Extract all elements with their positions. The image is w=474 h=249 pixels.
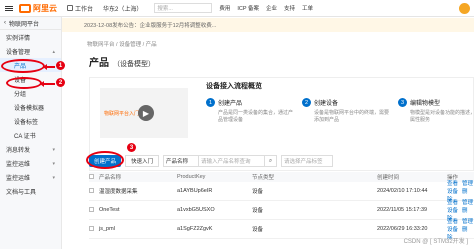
flow-step[interactable]: 3编辑物模型 物模型是对设备功能的描述，包括属性服务 xyxy=(398,98,474,123)
chevron-down-icon: ▾ xyxy=(52,161,55,167)
support-link[interactable]: 支持 xyxy=(284,4,295,12)
view-link[interactable]: 查看 xyxy=(447,181,458,187)
annotation-oval-product xyxy=(6,77,42,89)
back-arrow-icon: ‹ xyxy=(4,20,6,26)
annotation-marker-1: 1 xyxy=(56,61,65,70)
fee-link[interactable]: 费用 xyxy=(219,4,230,12)
avatar[interactable] xyxy=(459,3,470,14)
row-checkbox[interactable] xyxy=(89,225,94,231)
enterprise-link[interactable]: 企业 xyxy=(266,4,277,12)
row-checkbox[interactable] xyxy=(89,187,94,193)
flow-step[interactable]: 1 创建产品 产品是同一类设备的集合，通过产品管理设备 xyxy=(206,98,294,123)
row-checkbox[interactable] xyxy=(89,206,94,212)
region-selector[interactable]: 华东2（上海） xyxy=(103,4,142,13)
sidebar-item-device-management[interactable]: 设备管理 ▴ xyxy=(0,44,61,58)
chevron-down-icon: ▾ xyxy=(52,175,55,181)
sidebar: ‹ 物联网平台 实例详情 设备管理 ▴ 产品 设备 分组 设备模拟器 设备标签 C… xyxy=(0,17,62,249)
main-content: 物联网平台 / 设备管理 / 产品 产品 （设备模型） 物联网平台入门视频 ▶ 设… xyxy=(62,33,474,249)
play-icon[interactable]: ▶ xyxy=(138,105,154,121)
chevron-up-icon: ▴ xyxy=(52,49,55,55)
sidebar-item-instance[interactable]: 实例详情 xyxy=(0,30,61,44)
annotation-oval-create-product xyxy=(86,151,124,169)
view-link[interactable]: 查看 xyxy=(447,219,458,225)
annotation-marker-3: 3 xyxy=(127,143,136,152)
aliyun-logo-icon xyxy=(19,3,31,13)
flow-step[interactable]: 2 创建设备 设备是物联网平台中的终端，需要添加到产品 xyxy=(302,98,390,123)
intro-video[interactable]: 物联网平台入门视频 ▶ xyxy=(100,88,188,138)
global-search-input[interactable]: 搜索... xyxy=(154,3,213,13)
breadcrumb[interactable]: 物联网平台 / 设备管理 / 产品 xyxy=(87,40,157,48)
icp-link[interactable]: ICP 备案 xyxy=(237,4,259,12)
sidebar-item-message-forward[interactable]: 消息转发 ▾ xyxy=(0,142,61,156)
table-row: 温湿度数据采集 a1AYBUp6eIR 设备 2024/02/10 17:10:… xyxy=(89,181,474,203)
annotation-marker-2: 2 xyxy=(56,78,65,87)
watermark: CSDN @ [ STM32开发 ] xyxy=(403,239,468,245)
sidebar-item-docs[interactable]: 文档与工具 xyxy=(0,184,61,198)
sidebar-item-monitor[interactable]: 监控运维 ▾ xyxy=(0,156,61,170)
notice-bar: 2023-12-08发布公告：企业版服务于12月将调整收费... xyxy=(62,18,474,32)
annotation-arrow-1 xyxy=(43,64,55,69)
flow-title: 设备接入流程概览 xyxy=(206,83,262,90)
chevron-down-icon: ▾ xyxy=(52,147,55,153)
product-table: 产品名称 ProductKey 节点类型 创建时间 操作 温湿度数据采集 a1A… xyxy=(89,172,474,241)
logo[interactable]: 阿里云 xyxy=(19,3,57,14)
page-title: 产品 （设备模型） xyxy=(89,58,155,69)
select-all-checkbox[interactable] xyxy=(89,173,94,179)
top-bar: 阿里云 工作台 华东2（上海） 搜索... 费用 ICP 备案 企业 支持 工单 xyxy=(0,0,474,17)
search-field-select[interactable]: 产品名称 xyxy=(163,155,200,167)
sidebar-item-simulator[interactable]: 设备模拟器 xyxy=(0,100,61,114)
menu-icon[interactable] xyxy=(0,0,17,17)
logo-text: 阿里云 xyxy=(33,3,57,13)
product-search-input[interactable]: 请输入产品名称查询 xyxy=(199,155,266,167)
sidebar-item-ca[interactable]: CA 证书 xyxy=(0,128,61,142)
sidebar-item-tags[interactable]: 设备标签 xyxy=(0,114,61,128)
quick-start-button[interactable]: 快速入门 xyxy=(125,155,160,167)
sidebar-item-monitor-2[interactable]: 监控运维 ▾ xyxy=(0,170,61,184)
home-icon xyxy=(67,5,73,11)
workbench-link[interactable]: 工作台 xyxy=(67,4,93,13)
sidebar-title[interactable]: ‹ 物联网平台 xyxy=(0,17,61,30)
view-link[interactable]: 查看 xyxy=(447,200,458,206)
annotation-oval-device-management xyxy=(1,59,45,73)
product-toolbar: 创建产品 快速入门 产品名称 请输入产品名称查询 ⌕ 请选择产品标签 xyxy=(89,155,334,167)
flow-steps: 1 创建产品 产品是同一类设备的集合，通过产品管理设备 2 创建设备 设备是物联网平… xyxy=(206,98,474,123)
table-row: OneTest a1vxbG5USXO 设备 2022/11/05 15:17:… xyxy=(89,200,474,222)
search-icon[interactable]: ⌕ xyxy=(265,155,278,167)
product-tag-select[interactable]: 请选择产品标签 xyxy=(281,155,334,167)
annotation-arrow-2 xyxy=(40,81,55,86)
ticket-link[interactable]: 工单 xyxy=(302,4,313,12)
table-header: 产品名称 ProductKey 节点类型 创建时间 操作 xyxy=(89,172,474,182)
